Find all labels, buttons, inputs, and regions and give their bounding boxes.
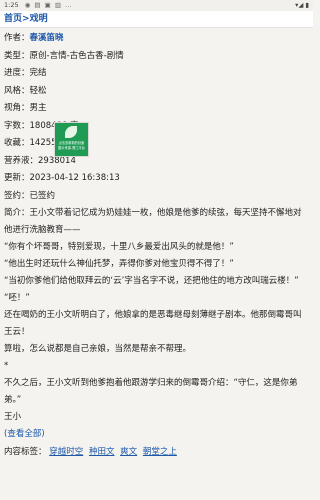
view-all-link[interactable]: (查看全部) — [4, 429, 45, 439]
content-tags: 内容标签： 穿越时空 种田文 爽文 朝堂之上 — [4, 443, 309, 461]
notification-icons: ◉ ▤ ▣ ▥ … — [24, 1, 73, 9]
synopsis-paragraph: “呸！” — [4, 293, 30, 303]
progress-row: 进度：完结 — [4, 68, 47, 78]
tags-label: 内容标签： — [4, 447, 47, 457]
tag-link[interactable]: 朝堂之上 — [143, 447, 177, 457]
synopsis-paragraph: 不久之后，王小文听到他爹抱着他跟游学归来的倒霉哥介绍：“守仁，这是你弟弟。” — [4, 378, 298, 405]
synopsis-paragraph: “你有个坏哥哥，特别爱现，十里八乡最爱出风头的就是他！” — [4, 242, 234, 252]
view-row: 视角：男主 — [4, 103, 47, 113]
signal-battery-icon: ▾◢ ▮ — [295, 1, 309, 9]
breadcrumb-current: 戏明 — [29, 14, 48, 24]
author-row: 作者：春溪笛晓 — [4, 30, 309, 48]
status-bar: 1:25 ◉ ▤ ▣ ▥ … ▾◢ ▮ — [0, 0, 313, 11]
style-row: 风格：轻松 — [4, 85, 47, 96]
novel-info: 作者：春溪笛晓 类型：原创-言情-古色古香-剧情 进度：完结 风格：轻松 视角：… — [0, 28, 313, 461]
favorites-row: 收藏：142559 — [4, 138, 62, 148]
view-all-row: (查看全部) — [4, 426, 309, 443]
synopsis-paragraph: 还在喝奶的王小文听明白了，他娘拿的是恶毒继母刻薄继子剧本。他那倒霉哥叫王云！ — [4, 310, 302, 337]
tag-link[interactable]: 爽文 — [120, 447, 137, 457]
nutrition-row: 营养液：2938014 — [4, 155, 76, 166]
word-count-row: 字数：1808488 字 — [4, 120, 79, 131]
signed-row: 签约：已签约 — [4, 190, 56, 201]
cover-caption-1: 点击查看新的封面 — [58, 141, 85, 145]
synopsis-paragraph: “当初你爹他们给他取拜云的‘云’字当名字不说，还把他住的地方改叫瑞云楼！” — [4, 276, 299, 286]
synopsis-paragraph: 王小 — [4, 412, 22, 422]
breadcrumb-separator: > — [22, 14, 30, 24]
author-link[interactable]: 春溪笛晓 — [30, 33, 64, 43]
cover-image[interactable]: 点击查看新的封面 图片来源-晋江平台 — [54, 122, 89, 157]
synopsis: 简介：王小文带着记忆成为奶娃娃一枚，他娘是他爹的续弦，每天坚持不懈地对他进行洗脑… — [4, 205, 309, 443]
status-time: 1:25 — [4, 1, 19, 9]
author-label: 作者： — [4, 33, 30, 43]
breadcrumb-home-link[interactable]: 首页 — [4, 14, 22, 24]
synopsis-paragraph: 简介：王小文带着记忆成为奶娃娃一枚，他娘是他爹的续弦，每天坚持不懈地对他进行洗脑… — [4, 208, 302, 235]
synopsis-paragraph: * — [4, 361, 9, 371]
cover-caption-2: 图片来源-晋江平台 — [58, 146, 85, 150]
tag-link[interactable]: 种田文 — [89, 447, 115, 457]
leaf-icon — [65, 126, 77, 138]
breadcrumb: 首页>戏明 — [0, 11, 313, 28]
updated-row: 更新：2023-04-12 16:38:13 — [4, 173, 120, 183]
synopsis-paragraph: 算啦，怎么说都是自己亲娘，当然是帮亲不帮理。 — [4, 344, 192, 354]
tag-link[interactable]: 穿越时空 — [49, 447, 83, 457]
type-row: 类型：原创-言情-古色古香-剧情 — [4, 50, 124, 61]
synopsis-paragraph: “他出生时还玩什么神仙托梦，弄得你爹对他宝贝得不得了！” — [4, 259, 234, 269]
